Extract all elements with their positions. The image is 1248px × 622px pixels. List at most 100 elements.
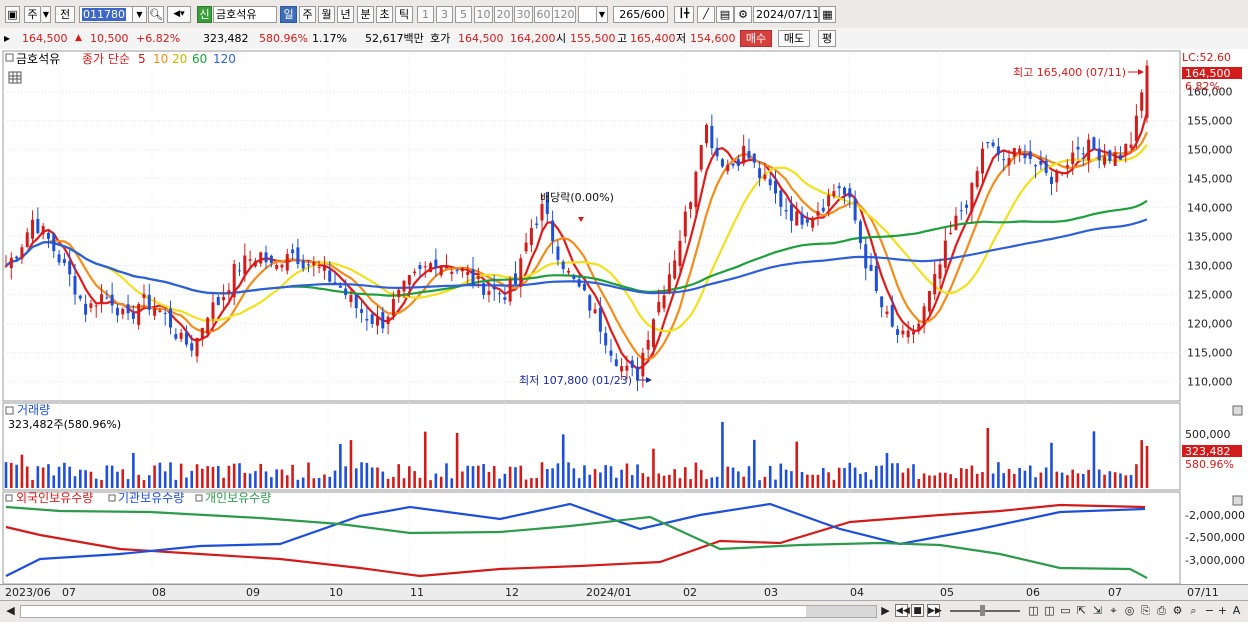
evaluate-button[interactable]: 평	[818, 30, 836, 47]
volume-bar	[84, 470, 87, 488]
price-y-tick: 145,000	[1187, 173, 1233, 186]
settings-gear-icon[interactable]: ⚙	[734, 6, 752, 23]
volume-bar	[705, 479, 708, 488]
tab-week[interactable]: 주	[299, 6, 316, 23]
tab-second[interactable]: 초	[376, 6, 393, 23]
candle-body	[285, 254, 289, 271]
zoom-out-icon[interactable]: −	[1203, 604, 1216, 617]
volume-bar	[561, 434, 565, 488]
scroll-right-icon[interactable]: ▶	[879, 604, 892, 617]
x-label: 10	[329, 586, 343, 599]
volume-bar	[1097, 469, 1101, 488]
layout-icon-2[interactable]: ◫	[1043, 604, 1056, 617]
interval-5[interactable]: 5	[455, 6, 472, 23]
interval-120[interactable]: 120	[552, 6, 576, 23]
window-icon[interactable]: ▣	[5, 6, 20, 23]
mode-dropdown-icon[interactable]: ▼	[42, 6, 51, 23]
count-display[interactable]: 265/600	[613, 6, 668, 23]
zoom-in-icon[interactable]: +	[1216, 604, 1229, 617]
layout-icon-1[interactable]: ◫	[1027, 604, 1040, 617]
mode-button[interactable]: 주	[24, 6, 41, 23]
volume-bar	[795, 441, 799, 488]
volume-bar	[519, 465, 523, 488]
candle-body	[195, 337, 199, 357]
holdings-panel-close-icon[interactable]	[1232, 495, 1243, 506]
arrow-tool-icon[interactable]: ⇱	[1075, 604, 1088, 617]
tab-year[interactable]: 년	[337, 6, 354, 23]
fast-forward-icon[interactable]: ▶▶	[927, 604, 942, 617]
candle-body	[264, 252, 268, 263]
font-size-icon[interactable]: A	[1230, 604, 1243, 617]
volume-bar	[551, 468, 554, 488]
candle-body	[110, 294, 114, 306]
candle-body	[880, 296, 884, 308]
cursor-tool-icon[interactable]: ⇲	[1091, 604, 1104, 617]
volume-bar	[1023, 470, 1027, 488]
candle-body	[572, 275, 576, 280]
volume-bar	[381, 471, 385, 488]
search-icon[interactable]: 🔍︎	[148, 6, 164, 23]
search-zoom-icon[interactable]: ⌕	[1187, 604, 1200, 617]
zoom-slider[interactable]	[950, 610, 1020, 612]
print-icon[interactable]: ⎙	[1155, 604, 1168, 617]
candle-body	[1034, 165, 1038, 167]
date-input[interactable]: 2024/07/11	[753, 6, 819, 23]
prev-button[interactable]: 전	[55, 6, 75, 23]
interval-dropdown-icon[interactable]: ▼	[596, 6, 608, 23]
code-dropdown-icon[interactable]: ▼	[132, 6, 147, 23]
interval-20[interactable]: 20	[494, 6, 513, 23]
tab-tick[interactable]: 틱	[395, 6, 413, 23]
candle-body	[402, 280, 406, 292]
tab-day[interactable]: 일	[280, 6, 297, 23]
layout-icon-3[interactable]: ▭	[1059, 604, 1072, 617]
candle-body	[57, 254, 61, 263]
save-icon[interactable]: ▤	[716, 6, 734, 23]
scrollbar-thumb[interactable]	[806, 606, 876, 617]
gear-icon[interactable]: ⚙	[1171, 604, 1184, 617]
horizontal-scrollbar[interactable]	[20, 605, 877, 618]
candle-body	[556, 246, 560, 260]
volume-panel-close-icon[interactable]	[1232, 405, 1243, 416]
volume-bar	[694, 462, 698, 488]
volume-bar	[349, 440, 353, 488]
volume-bar	[843, 467, 846, 488]
candle-body	[1060, 172, 1064, 174]
candle-body	[1076, 146, 1080, 150]
draw-tool-icon[interactable]: ╱	[697, 6, 715, 23]
chart-area[interactable]: 160,000 155,000 150,000 145,000 140,000 135,0…	[0, 49, 1248, 586]
candle-body	[434, 259, 438, 269]
sell-button[interactable]: 매도	[778, 30, 810, 47]
interval-30[interactable]: 30	[514, 6, 533, 23]
candle-body	[906, 330, 910, 338]
volume-bar	[222, 477, 225, 488]
interval-10[interactable]: 10	[474, 6, 493, 23]
calendar-icon[interactable]: ▦	[819, 6, 836, 23]
volume-bar	[301, 477, 305, 488]
rewind-icon[interactable]: ◀◀	[895, 604, 910, 617]
crosshair-icon[interactable]: ⌖	[1107, 604, 1120, 617]
stop-icon[interactable]: ■	[911, 604, 924, 617]
zoom-slider-handle[interactable]	[980, 605, 985, 616]
volume-y-tick: 500,000	[1185, 428, 1231, 441]
x-label: 12	[505, 586, 519, 599]
tab-month[interactable]: 월	[318, 6, 335, 23]
interval-3[interactable]: 3	[436, 6, 453, 23]
buy-button[interactable]: 매수	[740, 30, 772, 47]
candle-body	[370, 314, 374, 325]
chart-type-icon[interactable]: ┃╋	[674, 6, 694, 23]
volume-bar	[392, 476, 395, 488]
candle-body	[1081, 153, 1085, 155]
scroll-left-icon[interactable]: ◀	[4, 604, 17, 617]
collapse-icon[interactable]: ▸	[4, 30, 10, 47]
candle-body	[291, 249, 295, 254]
tab-minute[interactable]: 분	[357, 6, 374, 23]
stock-chart-svg[interactable]: 160,000155,000150,000145,000140,000135,0…	[0, 49, 1248, 586]
volume-bar	[31, 479, 34, 488]
interval-60[interactable]: 60	[534, 6, 553, 23]
speaker-icon[interactable]: ◀▾	[167, 6, 191, 23]
data-table-icon[interactable]	[8, 71, 22, 84]
interval-1[interactable]: 1	[417, 6, 434, 23]
magnifier-icon[interactable]: ◎	[1123, 604, 1136, 617]
copy-icon[interactable]: ⎘	[1139, 604, 1152, 617]
candle-body	[577, 279, 581, 287]
